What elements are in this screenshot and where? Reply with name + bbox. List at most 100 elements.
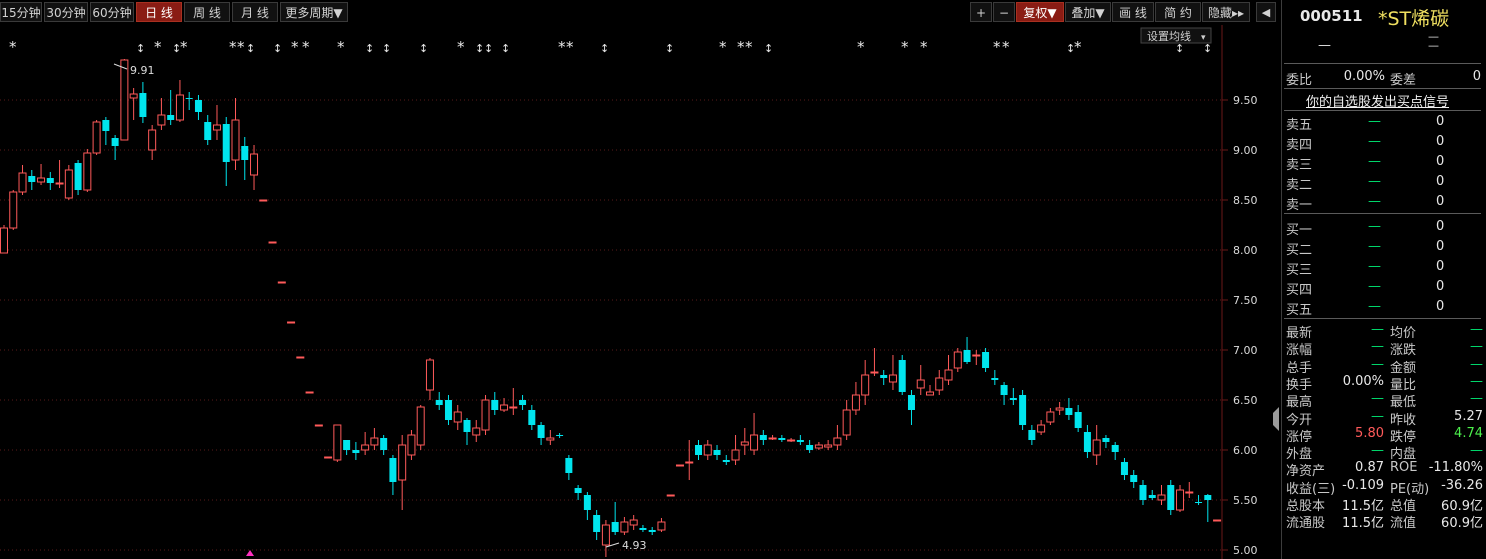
signal-marker[interactable]: * xyxy=(302,38,310,56)
period-15min-button[interactable]: 15分钟 xyxy=(0,2,42,22)
period-daily-button[interactable]: 日 线 xyxy=(136,2,182,22)
signal-marker[interactable]: ↕ xyxy=(665,42,674,55)
signal-marker[interactable]: * xyxy=(901,38,909,56)
candle xyxy=(324,456,333,459)
buy-signal-link[interactable]: 你的自选股发出买点信号 xyxy=(1306,91,1449,110)
draw-line-button[interactable]: 画 线 xyxy=(1112,2,1154,22)
candle xyxy=(185,92,193,110)
price-tick-label: 6.00 xyxy=(1233,444,1258,457)
candle xyxy=(768,435,777,440)
candle-body xyxy=(824,444,833,448)
candle-body xyxy=(695,445,702,455)
order-price: — xyxy=(1368,134,1381,149)
signal-marker[interactable]: ↕ xyxy=(1203,42,1212,55)
period-weekly-button[interactable]: 周 线 xyxy=(184,2,230,22)
signal-marker[interactable]: * xyxy=(291,38,299,56)
signal-marker[interactable]: * xyxy=(229,38,237,56)
candle xyxy=(722,455,730,465)
event-arrow-icon[interactable] xyxy=(246,550,254,556)
period-60min-button[interactable]: 60分钟 xyxy=(90,2,134,22)
zoom-in-button[interactable]: + xyxy=(970,2,992,22)
collapse-scroll-icon[interactable] xyxy=(1273,407,1279,431)
candle-body xyxy=(1055,407,1064,411)
buy-row[interactable]: 买四 — 0 xyxy=(1286,279,1483,298)
signal-marker[interactable]: ↕ xyxy=(475,42,484,55)
signal-marker[interactable]: * xyxy=(993,38,1001,56)
candle-body xyxy=(481,399,490,431)
candle-body xyxy=(935,377,944,391)
candle-body xyxy=(713,450,721,455)
candle-body xyxy=(916,379,925,389)
sell-row[interactable]: 卖一 — 0 xyxy=(1286,194,1483,213)
signal-marker[interactable]: * xyxy=(9,38,17,56)
signal-marker[interactable]: ↕ xyxy=(600,42,609,55)
signal-marker[interactable]: * xyxy=(1074,38,1082,56)
buy-row[interactable]: 买二 — 0 xyxy=(1286,239,1483,258)
simple-mode-button[interactable]: 简 约 xyxy=(1155,2,1201,22)
signal-marker[interactable]: * xyxy=(719,38,727,56)
panel-toggle-icon[interactable]: ◀ xyxy=(1256,2,1276,22)
signal-marker[interactable]: * xyxy=(920,38,928,56)
period-monthly-button[interactable]: 月 线 xyxy=(232,2,278,22)
stat-value: — xyxy=(1371,356,1384,372)
signal-marker[interactable]: * xyxy=(745,38,753,56)
signal-marker[interactable]: * xyxy=(1002,38,1010,56)
signal-marker[interactable]: ↕ xyxy=(365,42,374,55)
candle-body xyxy=(601,524,610,546)
sell-row[interactable]: 卖五 — 0 xyxy=(1286,114,1483,133)
candle-body xyxy=(129,93,138,99)
signal-marker[interactable]: ↕ xyxy=(764,42,773,55)
signal-marker[interactable]: ↕ xyxy=(1175,42,1184,55)
candle-body xyxy=(1148,495,1156,498)
signal-marker[interactable]: * xyxy=(737,38,745,56)
overlay-dropdown[interactable]: 叠加▼ xyxy=(1065,2,1111,22)
candle-body xyxy=(1167,485,1175,510)
signal-marker[interactable]: * xyxy=(566,38,574,56)
signal-marker[interactable]: ↕ xyxy=(501,42,510,55)
candle xyxy=(1111,442,1119,460)
signal-marker[interactable]: * xyxy=(180,38,188,56)
signal-marker[interactable]: ↕ xyxy=(273,42,282,55)
candle-body xyxy=(1130,475,1138,482)
candle-body xyxy=(157,114,166,126)
stat-row: 最新 — 均价 — xyxy=(1286,322,1483,341)
signal-marker[interactable]: ↕ xyxy=(382,42,391,55)
candle-body xyxy=(620,521,629,533)
hide-panel-button[interactable]: 隐藏▸▸ xyxy=(1202,2,1250,22)
signal-marker[interactable]: * xyxy=(337,38,345,56)
candle xyxy=(750,413,759,455)
candle-body xyxy=(907,395,915,410)
candle xyxy=(611,502,619,535)
signal-marker[interactable]: * xyxy=(237,38,245,56)
signal-marker[interactable]: * xyxy=(558,38,566,56)
candle xyxy=(1074,405,1082,432)
sell-row[interactable]: 卖二 — 0 xyxy=(1286,174,1483,193)
sell-row[interactable]: 卖四 — 0 xyxy=(1286,134,1483,153)
period-30min-button[interactable]: 30分钟 xyxy=(44,2,88,22)
sell-row[interactable]: 卖三 — 0 xyxy=(1286,154,1483,173)
zoom-out-button[interactable]: − xyxy=(993,2,1015,22)
signal-marker[interactable]: * xyxy=(457,38,465,56)
buy-row[interactable]: 买五 — 0 xyxy=(1286,299,1483,318)
signal-marker[interactable]: ↕ xyxy=(419,42,428,55)
buy-row[interactable]: 买一 — 0 xyxy=(1286,219,1483,238)
candle-body xyxy=(1102,438,1110,442)
stat-value: -0.109 xyxy=(1342,477,1384,493)
signal-marker[interactable]: ↕ xyxy=(484,42,493,55)
signal-marker[interactable]: * xyxy=(154,38,162,56)
candle xyxy=(880,370,888,385)
ma-setting-button[interactable]: 设置均线 ▾ xyxy=(1140,27,1212,44)
order-label: 买四 xyxy=(1286,283,1313,298)
signal-marker[interactable]: ↕ xyxy=(246,42,255,55)
restore-rights-dropdown[interactable]: 复权▼ xyxy=(1016,2,1064,22)
buy-row[interactable]: 买三 — 0 xyxy=(1286,259,1483,278)
kline-chart[interactable]: 9.50 9.00 8.50 8.00 7.50 7.00 6.50 6.00 5.50 5.00… xyxy=(0,25,1280,559)
signal-marker[interactable]: * xyxy=(857,38,865,56)
stat-label: 涨跌 xyxy=(1390,343,1417,359)
signal-marker[interactable]: ↕ xyxy=(136,42,145,55)
candle-body xyxy=(982,352,990,368)
order-label: 卖三 xyxy=(1286,158,1313,173)
candle-body xyxy=(1028,430,1036,440)
more-periods-dropdown[interactable]: 更多周期▼ xyxy=(280,2,348,22)
candle-body xyxy=(222,124,230,162)
